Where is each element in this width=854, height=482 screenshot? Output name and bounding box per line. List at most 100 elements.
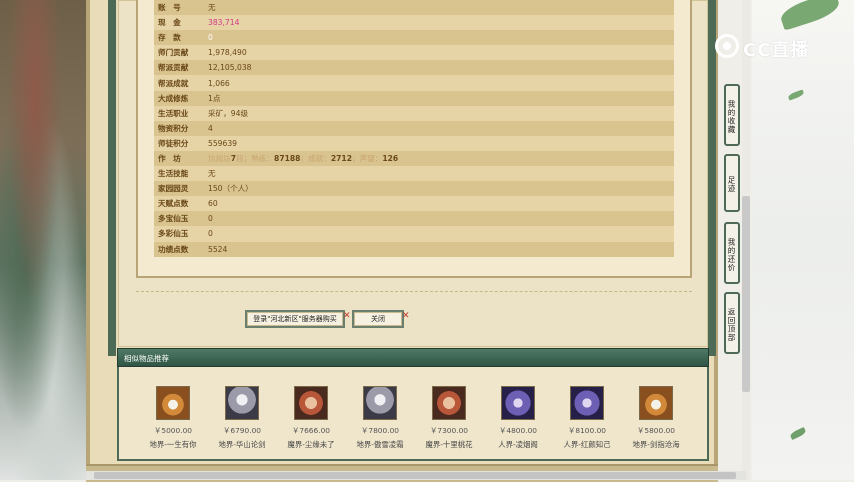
item-name[interactable]: 地界-一生有你 — [138, 439, 208, 450]
row-label: 多彩仙玉 — [154, 226, 204, 242]
row-value: 无 — [204, 0, 674, 16]
row-value: 1点 — [204, 90, 674, 106]
table-row: 师门贡献 1,978,490 — [154, 45, 674, 61]
table-row: 家园园灵 150（个人） — [154, 181, 674, 197]
row-value: 0 — [204, 226, 674, 242]
cc-live-logo: CC直播 — [715, 34, 827, 61]
item-price: ￥7666.00 — [292, 426, 330, 435]
tab-back-to-top[interactable]: 返回顶部 — [724, 292, 740, 354]
horizontal-scrollbar[interactable] — [86, 471, 746, 480]
item-name[interactable]: 地界-傲雪凌霜 — [345, 439, 415, 450]
right-background-art — [752, 0, 854, 480]
recommend-item[interactable]: ￥7300.00 魔界-十里桃花 — [414, 386, 484, 450]
item-price: ￥4800.00 — [499, 426, 537, 435]
row-value: 1,978,490 — [204, 45, 674, 61]
row-label: 生活职业 — [154, 105, 204, 121]
row-label: 现 金 — [154, 15, 204, 31]
workshop-achievement-label: ；成就： — [300, 153, 331, 163]
table-row: 帮派贡献 12,105,038 — [154, 60, 674, 76]
recommend-item[interactable]: ￥5000.00 地界-一生有你 — [138, 386, 208, 450]
row-label: 物资积分 — [154, 120, 204, 136]
row-label: 账 号 — [154, 0, 204, 16]
close-icon[interactable]: ✕ — [402, 311, 410, 321]
workshop-proficiency: 87188 — [274, 153, 301, 163]
character-info-table: 账 号无 现 金 383,714 存 款0 师门贡献 1,978,490 帮派贡献 1… — [154, 0, 674, 257]
row-value: 0 — [204, 30, 674, 46]
tab-my-favorites[interactable]: 我的收藏 — [724, 84, 740, 146]
item-name[interactable]: 人界-红颜知己 — [552, 439, 622, 450]
workshop-fame-label: ；声望： — [351, 153, 383, 163]
row-value: 5524 — [204, 241, 674, 257]
row-label: 师门贡献 — [154, 45, 204, 61]
divider — [136, 291, 692, 292]
workshop-level-label: 段；熟练： — [236, 153, 275, 163]
table-row: 大成修炼 1点 — [154, 90, 674, 106]
logo-text: CC直播 — [743, 40, 810, 61]
table-row: 天赋点数 60 — [154, 196, 674, 212]
workshop-achievement: 2712 — [330, 153, 352, 163]
table-row: 多宝仙玉 0 — [154, 211, 674, 227]
table-row: 功绩点数 5524 — [154, 241, 674, 257]
vertical-scrollbar-thumb[interactable] — [742, 196, 750, 392]
row-value: 559639 — [204, 135, 674, 151]
login-server-buy-button[interactable]: 登录"河北新区"服务器购买 — [245, 310, 345, 328]
frame-border-left — [108, 0, 116, 356]
row-value: 1,066 — [204, 75, 674, 91]
item-price: ￥6790.00 — [223, 426, 261, 435]
item-price: ￥7300.00 — [430, 426, 468, 435]
close-icon[interactable]: ✕ — [343, 311, 351, 321]
item-name[interactable]: 魔界-尘缘未了 — [276, 439, 346, 450]
cash-value: 383,714 — [204, 15, 674, 31]
row-label: 作 坊 — [154, 150, 204, 167]
tiger-avatar-icon[interactable] — [156, 386, 190, 420]
cc-logo-icon — [715, 34, 739, 58]
workshop-fame: 126 — [382, 153, 399, 163]
row-label: 天赋点数 — [154, 196, 204, 212]
table-row: 多彩仙玉 0 — [154, 226, 674, 242]
item-price: ￥5000.00 — [154, 426, 192, 435]
row-value: 0 — [204, 211, 674, 227]
item-price: ￥7800.00 — [361, 426, 399, 435]
table-row: 物资积分 4 — [154, 120, 674, 136]
table-row: 生活职业 采矿，94级 — [154, 105, 674, 121]
horizontal-scrollbar-thumb[interactable] — [94, 472, 736, 479]
row-label: 家园园灵 — [154, 181, 204, 197]
demon-avatar-icon[interactable] — [294, 386, 328, 420]
table-row: 师徒积分 559639 — [154, 135, 674, 151]
row-value: 60 — [204, 196, 674, 212]
item-name[interactable]: 魔界-十里桃花 — [414, 439, 484, 450]
ghost-avatar-icon[interactable] — [363, 386, 397, 420]
violet-avatar-icon[interactable] — [501, 386, 535, 420]
table-row: 帮派成就 1,066 — [154, 75, 674, 91]
row-label: 师徒积分 — [154, 135, 204, 151]
demon-avatar-icon[interactable] — [432, 386, 466, 420]
close-button[interactable]: 关闭 — [352, 310, 404, 328]
recommend-item[interactable]: ￥7666.00 魔界-尘缘未了 — [276, 386, 346, 450]
recommend-item[interactable]: ￥6790.00 地界-华山论剑 — [207, 386, 277, 450]
violet-avatar-icon[interactable] — [570, 386, 604, 420]
row-label: 帮派成就 — [154, 75, 204, 91]
left-background-art — [0, 0, 86, 480]
table-row: 现 金 383,714 — [154, 15, 674, 31]
row-value: 采矿，94级 — [204, 105, 674, 121]
tab-footprint[interactable]: 足迹 — [724, 154, 740, 212]
workshop-value: 坊规坊7段；熟练：87188；成就：2712；声望：126 — [204, 150, 674, 167]
row-label: 大成修炼 — [154, 90, 204, 106]
recommend-item[interactable]: ￥8100.00 人界-红颜知己 — [552, 386, 622, 450]
recommend-item[interactable]: ￥7800.00 地界-傲雪凌霜 — [345, 386, 415, 450]
ghost-avatar-icon[interactable] — [225, 386, 259, 420]
row-value: 12,105,038 — [204, 60, 674, 76]
row-label: 存 款 — [154, 30, 204, 46]
recommend-header: 相似物品推荐 — [117, 348, 709, 367]
recommend-item[interactable]: ￥4800.00 人界-凌烟阁 — [483, 386, 553, 450]
table-row: 存 款0 — [154, 30, 674, 46]
workshop-grade-label: 坊规坊 — [208, 153, 231, 163]
item-name[interactable]: 人界-凌烟阁 — [483, 439, 553, 450]
item-price: ￥5800.00 — [637, 426, 675, 435]
table-row: 作 坊坊规坊7段；熟练：87188；成就：2712；声望：126 — [154, 150, 674, 167]
item-name[interactable]: 地界-华山论剑 — [207, 439, 277, 450]
tab-my-counteroffer[interactable]: 我的还价 — [724, 222, 740, 284]
tiger-avatar-icon[interactable] — [639, 386, 673, 420]
item-name[interactable]: 地界-剑指沧海 — [621, 439, 691, 450]
recommend-item[interactable]: ￥5800.00 地界-剑指沧海 — [621, 386, 691, 450]
